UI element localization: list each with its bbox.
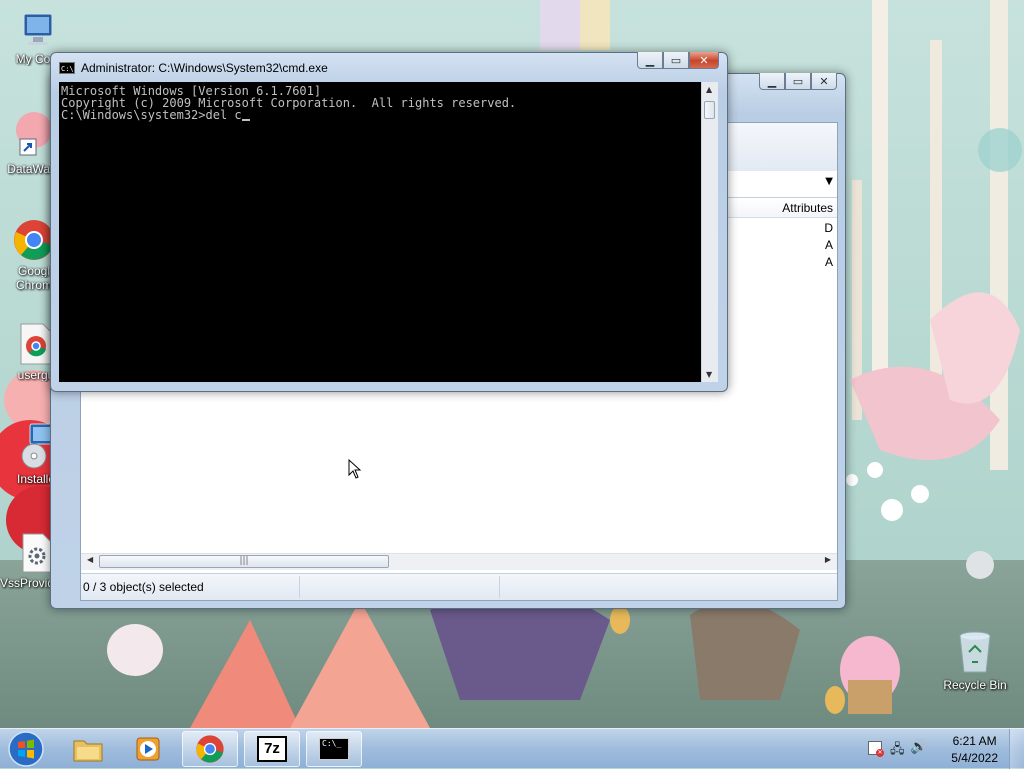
taskbar-7zip[interactable]: 7z [244,731,300,767]
scroll-left-arrow-icon[interactable]: ◀ [87,555,93,564]
taskbar-chrome[interactable] [182,731,238,767]
taskbar-media-player[interactable] [120,731,176,767]
taskbar-cmd[interactable]: C:\_ [306,731,362,767]
network-icon[interactable]: 🖧 [890,740,905,762]
computer-icon [23,13,53,45]
close-button[interactable]: ✕ [689,52,719,69]
text-cursor [241,119,250,121]
scroll-down-arrow-icon[interactable]: ▼ [706,370,712,379]
horizontal-scrollbar[interactable]: ◀ ||| ▶ [81,553,837,570]
console-output[interactable]: Microsoft Windows [Version 6.1.7601] Copy… [59,82,701,382]
close-button[interactable]: ✕ [811,73,837,90]
maximize-button[interactable]: ▭ [785,73,811,90]
system-tray: ✕ 🖧 🔊 6:21 AM 5/4/2022 [858,729,1024,769]
7zip-icon: 7z [257,736,287,762]
7zip-icon-text: 7z [264,740,280,757]
cmd-icon: C:\_ [319,738,349,760]
scrollbar-thumb[interactable] [704,101,715,119]
clock-date: 5/4/2022 [951,751,998,765]
maximize-icon: ▭ [792,74,804,88]
maximize-button[interactable]: ▭ [663,52,689,69]
scroll-right-arrow-icon[interactable]: ▶ [825,555,831,564]
start-button[interactable] [6,730,46,768]
file-row-attributes: D [824,221,833,235]
status-selection-text: 0 / 3 object(s) selected [83,580,204,594]
minimize-icon: ▁ [767,74,777,88]
window-title: Administrator: C:\Windows\System32\cmd.e… [81,61,328,75]
minimize-icon: ▁ [645,53,655,67]
cmd-title-bar[interactable]: C:\ Administrator: C:\Windows\System32\c… [59,58,328,78]
console-command: C:\Windows\system32>del c [61,108,242,122]
chevron-down-icon[interactable]: ▼ [825,176,833,187]
cmd-window-icon: C:\ [59,62,75,74]
close-icon: ✕ [819,74,829,88]
network-warning-icon[interactable]: ✕ [868,741,884,757]
taskbar: 7z C:\_ ✕ 🖧 🔊 6:21 AM 5/4/2022 [0,728,1024,769]
cmd-window[interactable]: C:\ Administrator: C:\Windows\System32\c… [50,52,728,392]
vertical-scrollbar[interactable]: ▲ ▼ [701,82,718,382]
console-prompt-line: C:\Windows\system32>del c [61,109,699,121]
desktop-icon-recycle-bin[interactable]: Recycle Bin [937,630,1013,692]
clock-time: 6:21 AM [952,734,997,748]
file-row-attributes: A [824,238,833,252]
volume-icon[interactable]: 🔊 [910,739,927,755]
taskbar-file-explorer[interactable] [60,731,116,767]
status-divider [299,576,300,598]
status-divider [499,576,500,598]
maximize-icon: ▭ [670,53,682,67]
minimize-button[interactable]: ▁ [637,52,663,69]
chrome-icon [196,735,224,763]
shortcut-icon [19,138,37,156]
mouse-pointer-icon [348,459,362,479]
column-header-attributes[interactable]: Attributes [782,201,833,215]
close-icon: ✕ [699,53,709,67]
window-controls: ▁ ▭ ✕ [759,73,837,90]
cmd-icon-text: C:\_ [322,739,342,748]
recycle-bin-icon [959,631,991,673]
taskbar-clock[interactable]: 6:21 AM 5/4/2022 [951,733,998,767]
scroll-up-arrow-icon[interactable]: ▲ [706,85,712,94]
folder-icon [73,740,103,762]
media-player-icon [136,737,160,761]
scrollbar-thumb[interactable]: ||| [99,555,389,568]
window-controls: ▁ ▭ ✕ [637,52,719,69]
status-bar: 0 / 3 object(s) selected [81,573,837,600]
desktop-icon-label: Recycle Bin [943,678,1007,692]
minimize-button[interactable]: ▁ [759,73,785,90]
file-row-attributes: A [824,255,833,269]
show-desktop-button[interactable] [1009,729,1024,769]
